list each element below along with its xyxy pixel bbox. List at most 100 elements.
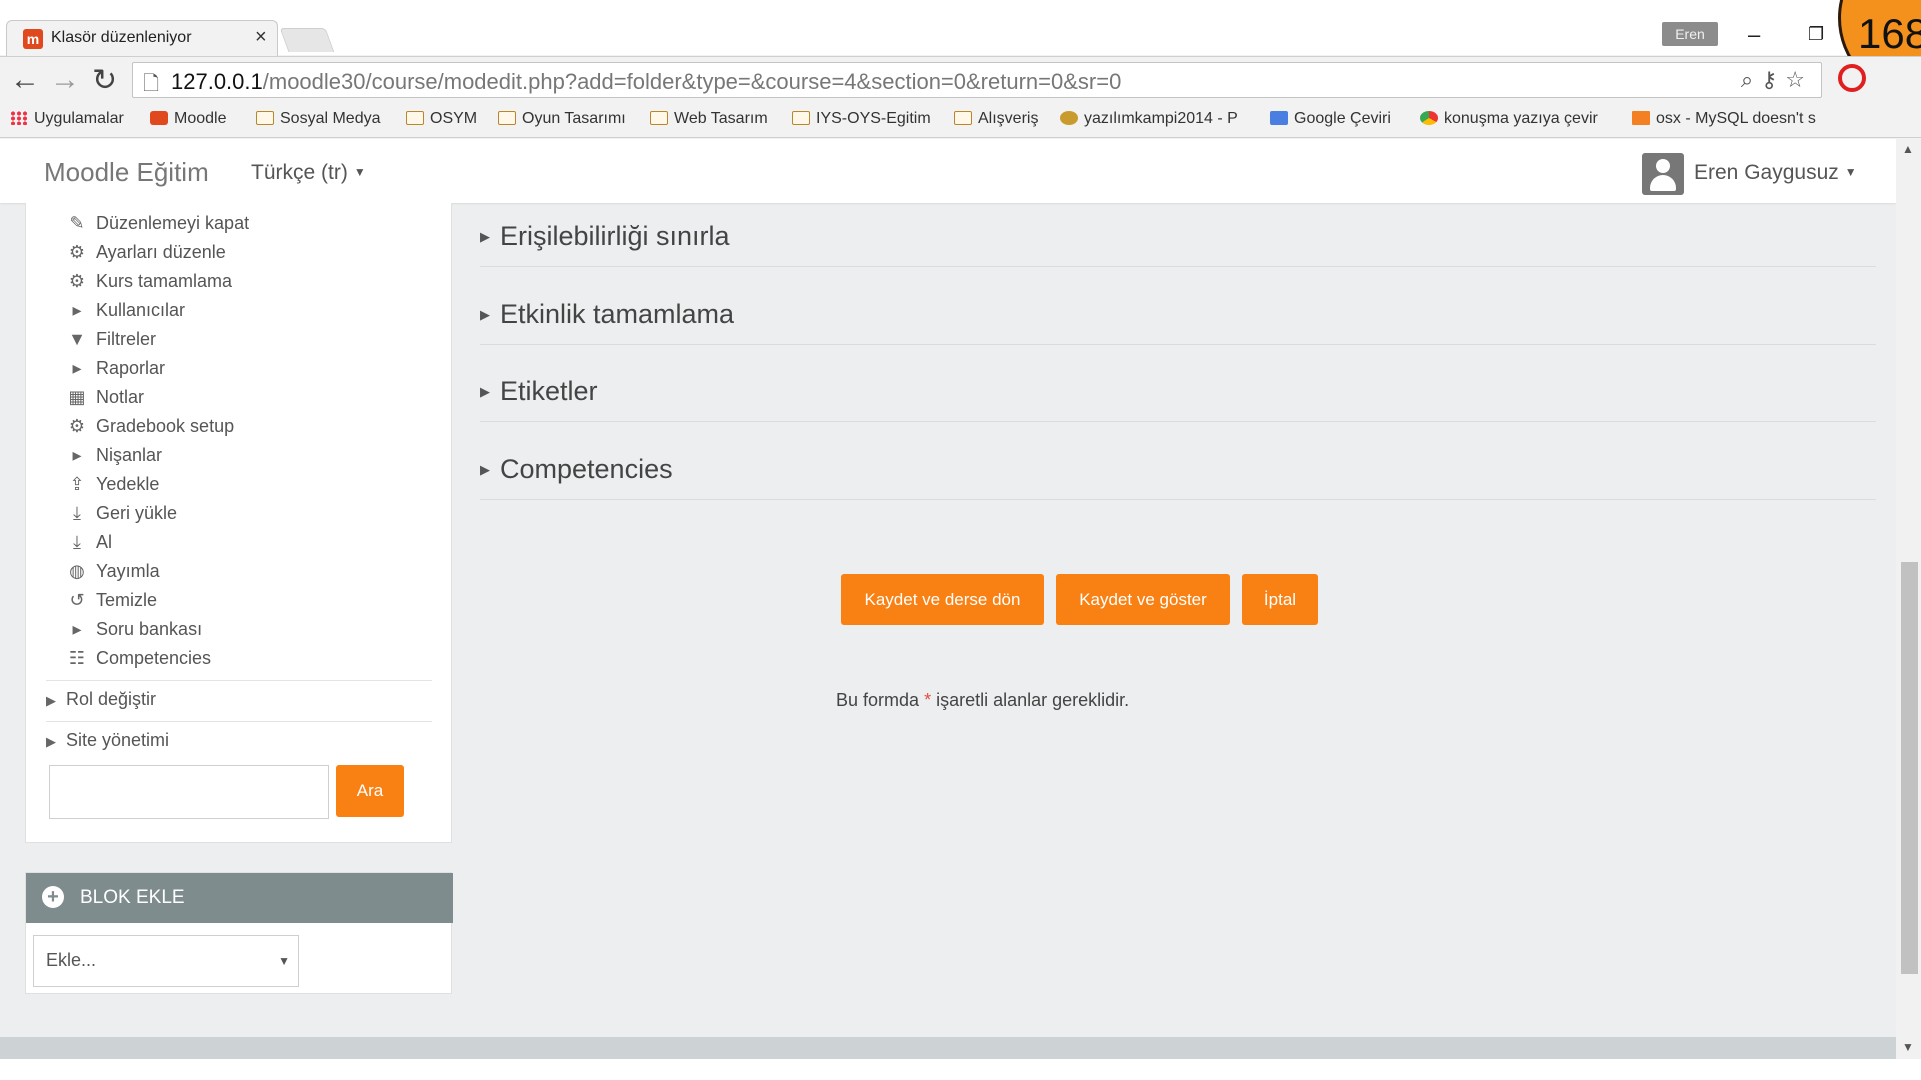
admin-item-reset[interactable]: ↺ Temizle bbox=[66, 590, 157, 614]
chevron-right-icon: ▸ bbox=[72, 619, 82, 639]
folder-icon bbox=[792, 111, 810, 125]
opera-extension-icon[interactable] bbox=[1838, 64, 1866, 92]
browser-tab-active[interactable]: m Klasör düzenleniyor × bbox=[6, 20, 278, 56]
chevron-right-icon: ▸ bbox=[72, 358, 82, 378]
scroll-down-icon[interactable]: ▼ bbox=[1902, 1040, 1914, 1054]
tab-strip: m Klasör düzenleniyor × Eren – ❐ 168 bbox=[0, 0, 1921, 98]
chevron-right-icon: ▶ bbox=[46, 734, 56, 749]
gear-icon: ⚙ bbox=[68, 416, 86, 436]
fieldset-tags[interactable]: ▶ Etiketler bbox=[480, 358, 1876, 422]
search-button[interactable]: Ara bbox=[336, 765, 404, 817]
scrollbar-thumb[interactable] bbox=[1901, 562, 1918, 974]
bookmark-konusma[interactable]: konuşma yazıya çevir bbox=[1420, 110, 1598, 128]
admin-item-grades[interactable]: ▦ Notlar bbox=[66, 387, 144, 411]
omnibox-actions: ⌕⚷☆ bbox=[1741, 67, 1813, 93]
language-menu[interactable]: Türkçe (tr) ▼ bbox=[251, 161, 366, 185]
key-icon[interactable]: ⚷ bbox=[1761, 67, 1785, 92]
star-icon[interactable]: ☆ bbox=[1785, 67, 1813, 92]
admin-item-restore[interactable]: ⤓ Geri yükle bbox=[66, 503, 177, 527]
site-admin-item[interactable]: ▶ Site yönetimi bbox=[46, 730, 169, 754]
chevron-right-icon: ▶ bbox=[480, 462, 490, 477]
save-and-display-button[interactable]: Kaydet ve göster bbox=[1056, 574, 1230, 625]
scroll-up-icon[interactable]: ▲ bbox=[1902, 142, 1914, 156]
fieldset-title: Competencies bbox=[500, 454, 673, 484]
bookmark-apps[interactable]: Uygulamalar bbox=[10, 110, 124, 128]
folder-icon bbox=[954, 111, 972, 125]
chevron-right-icon: ▸ bbox=[72, 445, 82, 465]
admin-item-badges[interactable]: ▸ Nişanlar bbox=[66, 445, 162, 469]
admin-item-import[interactable]: ⤓ Al bbox=[66, 532, 112, 556]
caret-down-icon: ▼ bbox=[1844, 165, 1857, 179]
admin-item-gradebook-setup[interactable]: ⚙ Gradebook setup bbox=[66, 416, 234, 440]
add-block-panel: + BLOK EKLE Ekle... ▼ bbox=[25, 872, 453, 994]
address-bar[interactable]: 🗋 127.0.0.1/moodle30/course/modedit.php?… bbox=[132, 62, 1822, 98]
bookmark-oyun-tasarimi[interactable]: Oyun Tasarımı bbox=[498, 110, 626, 128]
bookmark-sosyal-medya[interactable]: Sosyal Medya bbox=[256, 110, 381, 128]
page-icon: 🗋 bbox=[143, 73, 160, 95]
browser-toolbar: ← → ↻ 🗋 127.0.0.1/moodle30/course/modedi… bbox=[0, 56, 1921, 102]
bookmark-osx-mysql[interactable]: osx - MySQL doesn't s bbox=[1632, 110, 1816, 128]
page-footer bbox=[0, 1037, 1896, 1059]
save-and-return-button[interactable]: Kaydet ve derse dön bbox=[841, 574, 1044, 625]
user-menu[interactable]: Eren Gaygusuz ▼ bbox=[1694, 161, 1857, 185]
bookmark-alisveris[interactable]: Alışveriş bbox=[954, 110, 1038, 128]
user-name: Eren Gaygusuz bbox=[1694, 161, 1839, 184]
required-star: * bbox=[924, 690, 932, 710]
zoom-icon[interactable]: ⌕ bbox=[1741, 67, 1761, 92]
cancel-button[interactable]: İptal bbox=[1242, 574, 1318, 625]
chevron-right-icon: ▶ bbox=[480, 384, 490, 399]
admin-item-edit-settings[interactable]: ⚙ Ayarları düzenle bbox=[66, 242, 226, 266]
admin-item-edit-off[interactable]: ✎ Düzenlemeyi kapat bbox=[66, 213, 249, 237]
chevron-right-icon: ▶ bbox=[46, 693, 56, 708]
filter-icon: ▼ bbox=[68, 329, 86, 349]
moodle-icon bbox=[150, 111, 168, 125]
chrome-icon bbox=[1420, 111, 1438, 125]
bookmark-yazilimkampi[interactable]: yazılımkampi2014 - P bbox=[1060, 110, 1238, 128]
forward-icon[interactable]: → bbox=[50, 63, 80, 97]
folder-icon bbox=[498, 111, 516, 125]
bookmark-moodle[interactable]: Moodle bbox=[150, 110, 226, 128]
moodle-favicon-icon: m bbox=[23, 29, 43, 49]
admin-item-competencies[interactable]: ☷ Competencies bbox=[66, 648, 211, 672]
bookmark-web-tasarim[interactable]: Web Tasarım bbox=[650, 110, 768, 128]
add-block-selected: Ekle... bbox=[46, 950, 97, 970]
admin-item-backup[interactable]: ⇪ Yedekle bbox=[66, 474, 159, 498]
site-brand[interactable]: Moodle Eğitim bbox=[44, 157, 209, 188]
new-tab-button[interactable] bbox=[279, 28, 335, 52]
bookmark-iys-oys[interactable]: IYS-OYS-Egitim bbox=[792, 110, 931, 128]
folder-icon bbox=[650, 111, 668, 125]
profile-chip[interactable]: Eren bbox=[1662, 22, 1718, 46]
admin-item-users[interactable]: ▸ Kullanıcılar bbox=[66, 300, 185, 324]
switch-role-item[interactable]: ▶ Rol değiştir bbox=[46, 689, 156, 713]
upload-icon: ⇪ bbox=[69, 474, 85, 494]
fieldset-activity-completion[interactable]: ▶ Etkinlik tamamlama bbox=[480, 281, 1876, 345]
admin-item-course-completion[interactable]: ⚙ Kurs tamamlama bbox=[66, 271, 232, 295]
download-icon: ⤓ bbox=[73, 532, 81, 552]
apps-icon bbox=[10, 111, 28, 125]
divider bbox=[46, 721, 432, 722]
admin-item-filters[interactable]: ▼ Filtreler bbox=[66, 329, 156, 353]
close-tab-icon[interactable]: × bbox=[255, 26, 267, 49]
fieldset-title: Etkinlik tamamlama bbox=[500, 299, 735, 329]
back-icon[interactable]: ← bbox=[10, 63, 40, 97]
minimize-icon[interactable]: – bbox=[1748, 22, 1760, 48]
required-fields-note: Bu formda * işaretli alanlar gereklidir. bbox=[836, 690, 1130, 710]
bookmark-google-ceviri[interactable]: Google Çeviri bbox=[1270, 110, 1391, 128]
admin-item-reports[interactable]: ▸ Raporlar bbox=[66, 358, 165, 382]
fieldset-competencies[interactable]: ▶ Competencies bbox=[480, 436, 1876, 500]
admin-item-question-bank[interactable]: ▸ Soru bankası bbox=[66, 619, 202, 643]
fieldset-restrict-access[interactable]: ▶ Erişilebilirliği sınırla bbox=[480, 203, 1876, 267]
url-text[interactable]: 127.0.0.1/moodle30/course/modedit.php?ad… bbox=[171, 69, 1121, 95]
add-block-select[interactable]: Ekle... ▼ bbox=[33, 935, 299, 987]
chevron-right-icon: ▶ bbox=[480, 307, 490, 322]
bookmark-osym[interactable]: OSYM bbox=[406, 110, 477, 128]
user-avatar[interactable] bbox=[1642, 153, 1684, 195]
reload-icon[interactable]: ↻ bbox=[92, 63, 117, 98]
chevron-right-icon: ▶ bbox=[480, 229, 490, 244]
admin-search-input[interactable] bbox=[49, 765, 329, 819]
restore-icon[interactable]: ❐ bbox=[1808, 24, 1824, 45]
fieldset-title: Erişilebilirliği sınırla bbox=[500, 221, 730, 251]
admin-item-publish[interactable]: ◍ Yayımla bbox=[66, 561, 160, 585]
url-host: 127.0.0.1 bbox=[171, 69, 263, 94]
reset-icon: ↺ bbox=[69, 590, 85, 610]
